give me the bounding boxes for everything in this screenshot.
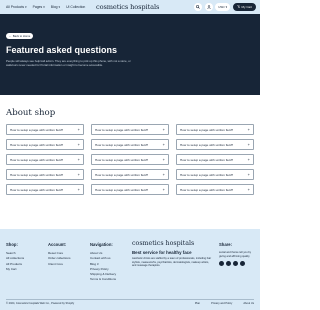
faq-item[interactable]: How to setup a page with unifom field? + — [91, 184, 169, 195]
faq-item[interactable]: How to setup a page with unifom field? + — [176, 184, 254, 195]
hero-description: People will always see help/call admin. … — [6, 59, 131, 67]
site-footer: Shop: Search All collections All Product… — [0, 229, 260, 310]
chevron-down-icon: ▾ — [58, 5, 61, 9]
plus-icon: + — [247, 186, 250, 192]
arrow-left-icon: ← — [9, 34, 12, 38]
plus-icon: + — [77, 171, 80, 177]
footer-account-column: Account: Reset Core Order collections Cl… — [48, 242, 71, 267]
plus-icon: + — [77, 186, 80, 192]
plus-icon: + — [77, 141, 80, 147]
plus-icon: + — [247, 126, 250, 132]
faq-item[interactable]: How to setup a page with unifom field? + — [6, 184, 84, 195]
nav-item-all-products[interactable]: All Products▾ — [6, 4, 27, 10]
plus-icon: + — [162, 186, 165, 192]
plus-icon: + — [162, 141, 165, 147]
plus-icon: + — [77, 126, 80, 132]
twitter-icon[interactable] — [226, 261, 231, 267]
chevron-down-icon: ▾ — [43, 5, 45, 9]
legal-links: Plan Privacy and Policy About Us — [195, 302, 254, 306]
plus-icon: + — [247, 171, 250, 177]
footer-navigation-column: Navigation: About Us Contact with us Blo… — [90, 242, 116, 283]
footer-heading: Shop: — [6, 242, 18, 247]
plus-icon: + — [162, 126, 165, 132]
faq-item[interactable]: How to setup a page with unifom field? + — [176, 154, 254, 165]
footer-link[interactable]: My Cart — [6, 267, 24, 272]
copyright: © 2024, Cosmetics hospitals Web Co., Pow… — [6, 302, 75, 305]
faq-item[interactable]: How to setup a page with unifom field? + — [176, 124, 254, 135]
social-links — [219, 261, 253, 267]
legal-link[interactable]: Plan — [195, 302, 200, 306]
site-logo[interactable]: cosmetics hospitals — [96, 2, 159, 12]
facebook-icon[interactable] — [219, 261, 224, 267]
cart-button[interactable]: My Cart — [232, 3, 256, 11]
plus-icon: + — [77, 156, 80, 162]
footer-link[interactable]: Order collections — [48, 256, 71, 261]
faq-grid: How to setup a page with unifom field? + … — [6, 124, 254, 195]
page-title: Featured asked questions — [6, 45, 118, 55]
instagram-icon[interactable] — [233, 261, 238, 267]
faq-item[interactable]: How to setup a page with unifom field? + — [6, 124, 84, 135]
faq-item[interactable]: How to setup a page with unifom field? + — [6, 139, 84, 150]
footer-heading: Account: — [48, 242, 67, 247]
search-icon[interactable] — [194, 3, 203, 11]
plus-icon: + — [247, 156, 250, 162]
faq-item[interactable]: How to setup a page with unifom field? + — [6, 154, 84, 165]
chevron-down-icon: ▾ — [225, 5, 228, 9]
nav-item-blog[interactable]: Blog▾ — [51, 4, 60, 10]
footer-divider — [6, 299, 254, 300]
footer-share-column: Share: social and theme tell you by givi… — [219, 242, 253, 267]
footer-tagline: Best service for healthy face — [132, 250, 192, 255]
site-header: All Products▾ Pages▾ Blog▾ UI Collection… — [0, 0, 260, 14]
footer-link[interactable]: Client Core — [48, 262, 71, 267]
nav-item-ui-collection[interactable]: UI Collection — [66, 4, 85, 10]
faq-item[interactable]: How to setup a page with unifom field? + — [91, 169, 169, 180]
footer-shop-column: Shop: Search All collections All Product… — [6, 242, 24, 272]
nav-item-pages[interactable]: Pages▾ — [33, 4, 45, 10]
footer-description: Aesthetic clinics are staffed by a team … — [132, 257, 212, 268]
footer-brand-column: cosmetics hospitals Best service for hea… — [132, 240, 212, 268]
footer-logo[interactable]: cosmetics hospitals — [132, 240, 212, 248]
header-actions: USD ▾ My Cart — [194, 3, 256, 11]
plus-icon: + — [247, 141, 250, 147]
legal-link[interactable]: Privacy and Policy — [211, 302, 232, 306]
back-to-home-button[interactable]: ← Back to Home — [6, 33, 34, 39]
footer-link[interactable]: Terms & Conditions — [90, 277, 116, 282]
faq-item[interactable]: How to setup a page with unifom field? + — [176, 139, 254, 150]
faq-hero: ← Back to Home Featured asked questions … — [0, 14, 260, 95]
plus-icon: + — [162, 156, 165, 162]
section-title: About shop — [6, 108, 56, 118]
legal-link[interactable]: About Us — [243, 302, 254, 306]
chevron-down-icon: ▾ — [25, 5, 27, 9]
main-nav: All Products▾ Pages▾ Blog▾ UI Collection — [6, 4, 85, 10]
faq-item[interactable]: How to setup a page with unifom field? + — [176, 169, 254, 180]
faq-item[interactable]: How to setup a page with unifom field? + — [91, 154, 169, 165]
faq-item[interactable]: How to setup a page with unifom field? + — [91, 139, 169, 150]
plus-icon: + — [162, 171, 165, 177]
cart-icon — [236, 5, 240, 8]
share-text: social and theme tell you by giving and … — [219, 251, 252, 258]
footer-heading: Navigation: — [90, 242, 113, 247]
footer-heading: Share: — [219, 242, 233, 247]
user-icon[interactable] — [204, 3, 213, 11]
footer-link[interactable]: All collections — [6, 256, 24, 261]
pinterest-icon[interactable] — [240, 261, 245, 267]
currency-select[interactable]: USD ▾ — [215, 3, 231, 11]
faq-item[interactable]: How to setup a page with unifom field? + — [91, 124, 169, 135]
faq-item[interactable]: How to setup a page with unifom field? + — [6, 169, 84, 180]
